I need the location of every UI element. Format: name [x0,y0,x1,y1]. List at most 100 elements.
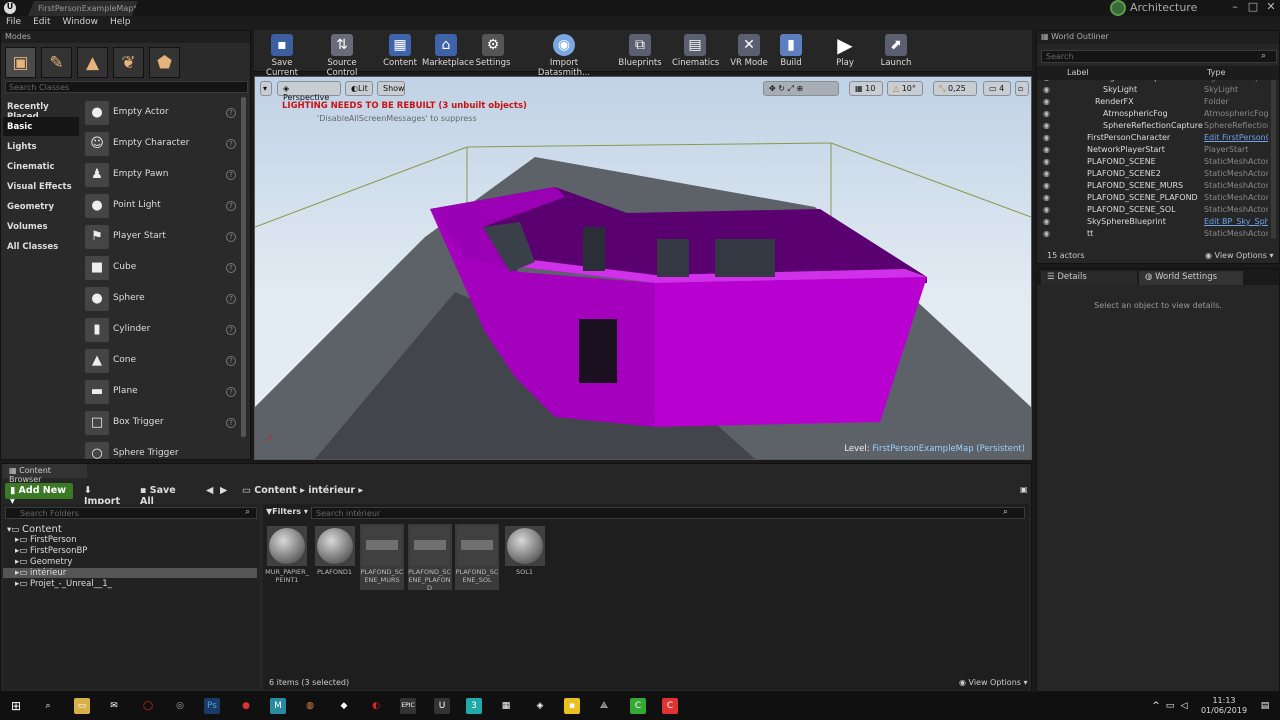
search-folders-input[interactable]: Search Folders [5,507,257,519]
world-outliner-tab[interactable]: ▦ World Outliner [1037,31,1279,44]
help-icon[interactable]: ? [226,325,236,335]
place-item[interactable]: ○ Sphere Trigger [83,440,240,459]
category-visual-effects[interactable]: Visual Effects [3,177,79,196]
outliner-row[interactable]: ◉ SphereReflectionCaptureSphereReflection… [1037,120,1279,132]
outliner-row[interactable]: ◉ PLAFOND_SCENE_SOL StaticMeshActor [1037,204,1279,216]
visibility-eye-icon[interactable]: ◉ [1043,85,1050,94]
category-volumes[interactable]: Volumes [3,217,79,236]
search-icon[interactable]: ⌕ [40,698,56,714]
visibility-eye-icon[interactable]: ◉ [1043,181,1050,190]
outliner-row[interactable]: ◉ tt StaticMeshActor [1037,228,1279,240]
taskbar-clock[interactable]: 11:13 01/06/2019 [1194,696,1254,716]
perspective-button[interactable]: ◈ Perspective [277,81,341,102]
vr-mode-button[interactable]: ✕ VR Mode [728,32,770,70]
sticky-notes-icon[interactable]: ▪ [564,698,580,714]
place-item[interactable]: ■ Cube? [83,254,240,283]
help-icon[interactable]: ? [226,263,236,273]
save-all-button[interactable]: ▪ Save All [135,483,197,507]
lock-icon[interactable]: ▣ [1015,483,1029,499]
visibility-eye-icon[interactable]: ◉ [1043,169,1050,178]
outliner-row[interactable]: ◉ PLAFOND_SCENE2 StaticMeshActor [1037,168,1279,180]
visibility-eye-icon[interactable]: ◉ [1043,121,1050,130]
visibility-eye-icon[interactable]: ◉ [1043,193,1050,202]
place-item[interactable]: □ Box Trigger? [83,409,240,438]
outliner-row[interactable]: ◉ RenderFX Folder [1037,96,1279,108]
outliner-row[interactable]: ◉ PLAFOND_SCENE_MURS StaticMeshActor [1037,180,1279,192]
place-item[interactable]: ☺ Empty Character? [83,130,240,159]
close-button[interactable]: ✕ [1262,0,1280,16]
visibility-eye-icon[interactable]: ◉ [1043,80,1050,82]
show-button[interactable]: Show [377,81,405,96]
place-item[interactable]: ● Empty Actor? [83,99,240,128]
outliner-row[interactable]: ◉ SkySphereBlueprint Edit BP_Sky_Sphere [1037,216,1279,228]
chrome-icon[interactable]: ◍ [302,698,318,714]
folder-tree-item[interactable]: ▸▭ Geometry [3,557,257,567]
build-button[interactable]: ▮ Build [776,32,806,70]
import-datasmith-button[interactable]: ◉ Import Datasmith... [524,32,604,78]
modes-scrollbar[interactable] [241,97,246,437]
app-m-icon[interactable]: M [270,698,286,714]
place-item[interactable]: ▮ Cylinder? [83,316,240,345]
browser-icon[interactable]: ◎ [172,698,188,714]
help-icon[interactable]: ? [226,387,236,397]
volume-icon[interactable]: ◁ [1178,698,1190,714]
app-c2-icon[interactable]: C [662,698,678,714]
3ds-max-icon[interactable]: 3 [466,698,482,714]
visibility-eye-icon[interactable]: ◉ [1043,97,1050,106]
visibility-eye-icon[interactable]: ◉ [1043,205,1050,214]
help-icon[interactable]: ? [226,232,236,242]
grid-snap-button[interactable]: ▦ 10 [849,81,883,96]
maximize-button[interactable]: □ [1244,0,1262,16]
category-lights[interactable]: Lights [3,137,79,156]
search-classes-input[interactable]: Search Classes [5,81,248,93]
landscape-mode-icon[interactable]: ▲ [77,47,108,78]
calculator-icon[interactable]: ▦ [498,698,514,714]
paint-mode-icon[interactable]: ✎ [41,47,72,78]
folder-tree-item[interactable]: ▸▭ FirstPerson [3,535,257,545]
place-item[interactable]: ⚑ Player Start? [83,223,240,252]
breadcrumb-content[interactable]: Content [254,485,297,496]
content-button[interactable]: ▦ Content [378,32,422,70]
outliner-row[interactable]: ◉ FirstPersonCharacter Edit FirstPersonCha… [1037,132,1279,144]
place-item[interactable]: ● Sphere? [83,285,240,314]
app-icon[interactable]: ◆ [336,698,352,714]
help-icon[interactable]: ? [226,294,236,304]
help-icon[interactable]: ? [226,170,236,180]
opera-icon[interactable]: ◯ [140,698,156,714]
lit-button[interactable]: ◐Lit [345,81,373,96]
scale-snap-button[interactable]: ⤡ 0,25 [933,81,977,96]
menu-help[interactable]: Help [104,16,137,28]
foliage-mode-icon[interactable]: ❦ [113,47,144,78]
app-icon[interactable]: ● [238,698,254,714]
maximize-viewport-button[interactable]: ▫ [1015,81,1029,96]
view-options-button[interactable]: ◉ View Options ▾ [959,678,1028,687]
asset-tile[interactable]: PLAFOND_SCENE_SOL [455,524,499,590]
place-item[interactable]: ● Point Light? [83,192,240,221]
source-control-button[interactable]: ⇅ Source Control [312,32,372,78]
unreal-editor-icon[interactable]: U [434,698,450,714]
forward-button[interactable]: ▶ [215,483,231,499]
add-new-button[interactable]: ▮ Add New ▾ [5,483,73,507]
camera-speed-button[interactable]: ▭ 4 [983,81,1011,96]
category-basic[interactable]: Basic [3,117,79,136]
help-icon[interactable]: ? [226,139,236,149]
network-icon[interactable]: ▭ [1164,698,1176,714]
tray-chevron-icon[interactable]: ^ [1150,698,1162,714]
col-type-header[interactable]: Type [1207,68,1225,77]
filters-button[interactable]: ▼Filters ▾ [266,507,310,519]
search-assets-input[interactable]: Search intérieur [311,507,1025,519]
app-c-icon[interactable]: C [630,698,646,714]
help-icon[interactable]: ? [226,201,236,211]
folder-tree-item[interactable]: ▾▭ Content [3,524,257,535]
geometry-mode-icon[interactable]: ⬟ [149,47,180,78]
view-options-button[interactable]: ◉ View Options ▾ [1205,251,1274,260]
blueprints-button[interactable]: ⧉ Blueprints [618,32,662,70]
app-icon[interactable]: ◈ [532,698,548,714]
category-all-classes[interactable]: All Classes [3,237,79,256]
outliner-search-input[interactable]: Search [1041,50,1277,63]
col-label-header[interactable]: Label [1067,68,1089,77]
asset-tile[interactable]: MUR_PAPIER_PEINT1 [265,524,309,590]
cinematics-button[interactable]: ▤ Cinematics [672,32,719,70]
place-item[interactable]: ♟ Empty Pawn? [83,161,240,190]
content-browser-tab[interactable]: ▦ Content Browser [3,464,87,484]
